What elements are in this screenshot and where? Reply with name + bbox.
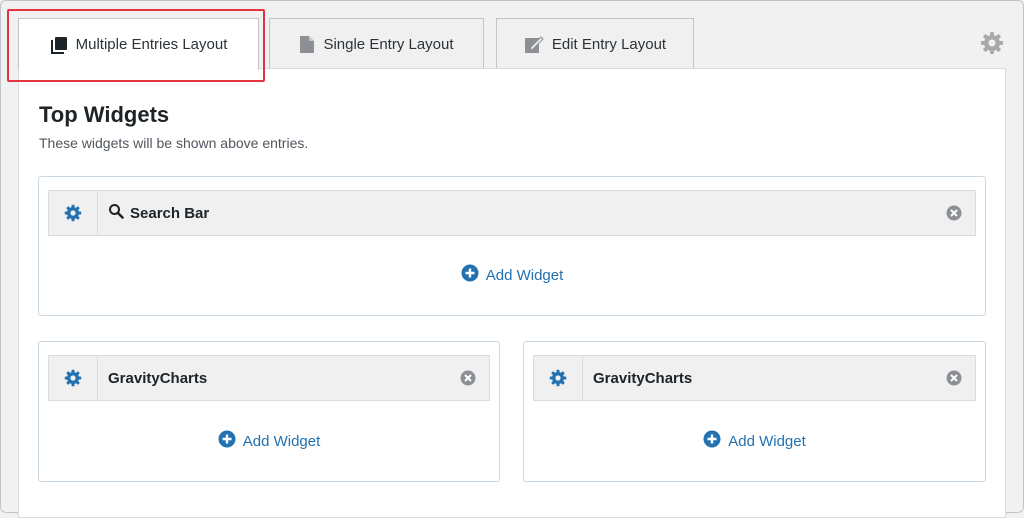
widget-search-bar: Search Bar <box>48 190 976 236</box>
widget-settings-gear-icon[interactable] <box>49 356 98 400</box>
widget-gravitycharts: GravityCharts <box>533 355 976 401</box>
add-widget-button[interactable]: Add Widget <box>39 264 985 286</box>
widget-label: GravityCharts <box>593 369 693 387</box>
remove-widget-icon[interactable] <box>460 370 476 386</box>
tab-label: Multiple Entries Layout <box>75 36 228 53</box>
search-icon <box>108 203 124 223</box>
widget-area-left: GravityCharts Add Widget <box>38 341 500 482</box>
plus-circle-icon <box>703 430 721 452</box>
tab-label: Edit Entry Layout <box>551 35 667 53</box>
widget-settings-gear-icon[interactable] <box>49 191 98 235</box>
widget-area-top: Search Bar Add Widget <box>38 176 986 316</box>
widget-label: GravityCharts <box>108 369 208 387</box>
widget-title: GravityCharts <box>583 370 946 387</box>
document-icon <box>299 35 315 54</box>
remove-widget-icon[interactable] <box>946 370 962 386</box>
widget-gravitycharts: GravityCharts <box>48 355 490 401</box>
edit-icon <box>524 35 544 54</box>
tab-edit-entry-layout[interactable]: Edit Entry Layout <box>496 18 694 69</box>
widget-settings-gear-icon[interactable] <box>534 356 583 400</box>
widget-title: Search Bar <box>98 203 946 223</box>
add-widget-label: Add Widget <box>485 266 564 284</box>
widget-title: GravityCharts <box>98 370 460 387</box>
tab-multiple-entries-layout[interactable]: Multiple Entries Layout <box>18 18 259 70</box>
tab-single-entry-layout[interactable]: Single Entry Layout <box>269 18 484 69</box>
copy-icon <box>50 36 68 54</box>
plus-circle-icon <box>461 264 479 286</box>
add-widget-label: Add Widget <box>728 432 806 450</box>
widget-area-right: GravityCharts Add Widget <box>523 341 986 482</box>
add-widget-label: Add Widget <box>242 432 321 450</box>
add-widget-button[interactable]: Add Widget <box>524 430 985 452</box>
tab-label: Single Entry Layout <box>323 35 454 53</box>
plus-circle-icon <box>218 430 236 452</box>
gear-icon[interactable] <box>980 31 1004 55</box>
section-title: Top Widgets <box>39 102 170 127</box>
remove-widget-icon[interactable] <box>946 205 962 221</box>
widget-label: Search Bar <box>130 204 210 222</box>
add-widget-button[interactable]: Add Widget <box>39 430 499 452</box>
section-description: These widgets will be shown above entrie… <box>39 135 309 151</box>
